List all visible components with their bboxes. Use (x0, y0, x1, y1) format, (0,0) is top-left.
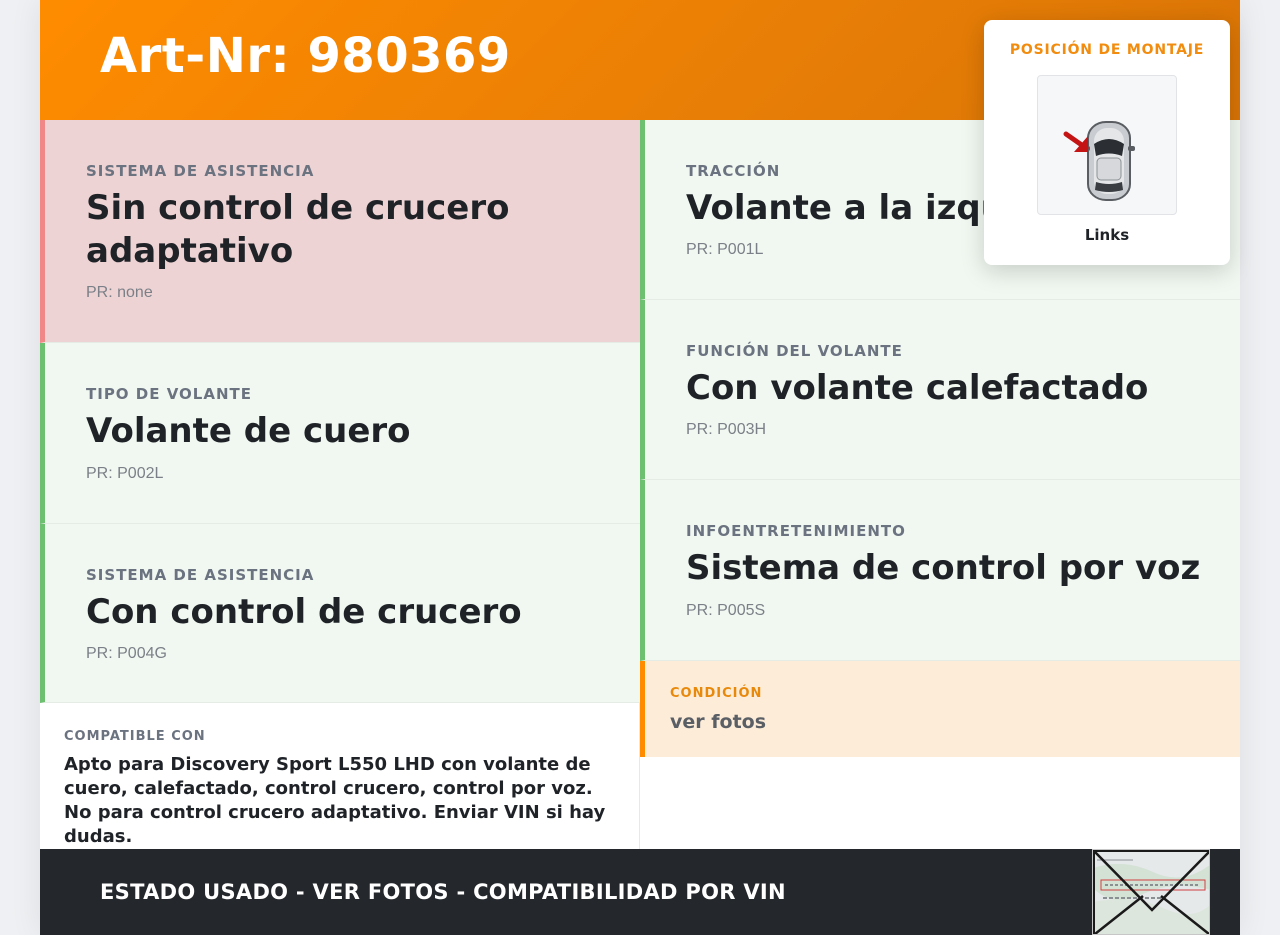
spec-pr-code: PR: none (86, 284, 153, 301)
spec-value: Con control de crucero (86, 592, 522, 632)
spec-pr-code: PR: P004G (86, 645, 167, 662)
spec-label: SISTEMA DE ASISTENCIA (86, 566, 315, 584)
spec-label: FUNCIÓN DEL VOLANTE (686, 342, 903, 360)
compatibility-label: COMPATIBLE CON (64, 729, 206, 744)
compatibility-text: Apto para Discovery Sport L550 LHD con v… (64, 754, 606, 847)
condition-text: ver fotos (670, 711, 767, 733)
spec-cell-cruise-control: SISTEMA DE ASISTENCIA Con control de cru… (40, 524, 640, 703)
spec-value: Volante de cuero (86, 411, 411, 451)
spec-label: TIPO DE VOLANTE (86, 385, 252, 403)
red-arrow-icon (1063, 131, 1089, 152)
condition-label: CONDICIÓN (670, 686, 763, 701)
spec-sheet: Art-Nr: 980369 SISTEMA DE ASISTENCIA Sin… (40, 0, 1240, 935)
spec-pr-code: PR: P003H (686, 421, 767, 438)
spec-cell-steering-function: FUNCIÓN DEL VOLANTE Con volante calefact… (640, 300, 1240, 480)
spec-pr-code: PR: P001L (686, 241, 764, 258)
spec-label: TRACCIÓN (686, 162, 781, 180)
footer-text: ESTADO USADO - VER FOTOS - COMPATIBILIDA… (100, 880, 786, 904)
spec-value: Sin control de crucero adaptativo (86, 188, 510, 271)
mount-position-title: POSICIÓN DE MONTAJE (1009, 42, 1205, 58)
spec-pr-code: PR: P005S (686, 602, 766, 619)
spec-label: SISTEMA DE ASISTENCIA (86, 162, 315, 180)
document-icon (1093, 850, 1209, 934)
footer-bar: ESTADO USADO - VER FOTOS - COMPATIBILIDA… (40, 849, 1240, 935)
compatibility-box: COMPATIBLE CON Apto para Discovery Sport… (40, 703, 640, 849)
spec-cell-adaptive-cruise: SISTEMA DE ASISTENCIA Sin control de cru… (40, 120, 640, 343)
vehicle-document-thumbnail[interactable] (1092, 849, 1210, 935)
mount-position-popup: POSICIÓN DE MONTAJE Links (984, 20, 1230, 265)
spec-cell-infotainment: INFOENTRETENIMIENTO Sistema de control p… (640, 480, 1240, 661)
spec-cell-steering-type: TIPO DE VOLANTE Volante de cuero PR: P00… (40, 343, 640, 524)
spec-value: Sistema de control por voz (686, 548, 1201, 588)
condition-box: CONDICIÓN ver fotos (640, 661, 1240, 757)
spec-value: Con volante calefactado (686, 368, 1149, 408)
mount-position-image (1037, 75, 1177, 215)
spec-label: INFOENTRETENIMIENTO (686, 522, 906, 540)
mount-position-caption: Links (1084, 226, 1130, 244)
car-top-view-icon (1063, 121, 1135, 201)
spec-pr-code: PR: P002L (86, 465, 164, 482)
article-number-title: Art-Nr: 980369 (100, 28, 511, 84)
